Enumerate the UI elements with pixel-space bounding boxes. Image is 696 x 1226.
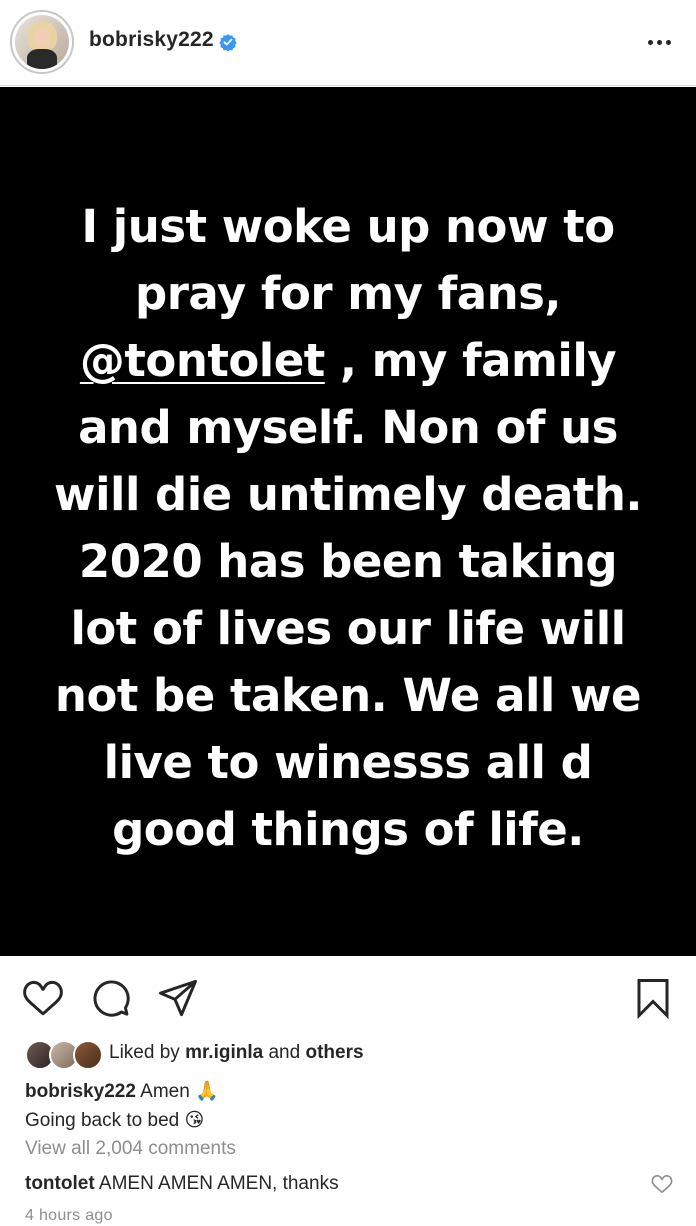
verified-badge-icon — [219, 34, 237, 51]
liker-username[interactable]: mr.iginla — [185, 1042, 263, 1063]
story-line: pray for my fans, — [135, 267, 562, 320]
folded-hands-emoji: 🙏 — [195, 1080, 219, 1102]
comment-text: AMEN AMEN AMEN, thanks — [98, 1173, 339, 1194]
comment-row: tontolet AMEN AMEN AMEN, thanks — [25, 1173, 339, 1195]
story-line: 2020 has been taking — [78, 535, 618, 588]
paper-plane-icon[interactable] — [157, 977, 199, 1019]
story-line: not be taken. We all we — [54, 669, 642, 722]
story-line: good things of life. — [112, 803, 584, 856]
story-mention[interactable]: @tontolet — [80, 334, 325, 387]
story-line: lot of lives our life will — [70, 602, 626, 655]
view-all-comments-link[interactable]: View all 2,004 comments — [25, 1138, 236, 1160]
more-options-icon[interactable] — [642, 29, 676, 55]
story-line: will die untimely death. — [54, 468, 642, 521]
story-text: I just woke up now to pray for my fans, … — [40, 193, 656, 863]
post-caption: bobrisky222 Amen 🙏 Going back to bed 😘 — [25, 1077, 219, 1135]
bookmark-icon[interactable] — [632, 977, 674, 1019]
post-header: bobrisky222 — [0, 0, 696, 86]
story-line: and myself. Non of us — [78, 401, 618, 454]
likes-others-link[interactable]: others — [305, 1042, 363, 1063]
caption-text: Going back to bed — [25, 1110, 180, 1131]
post-username[interactable]: bobrisky222 — [89, 28, 214, 52]
caption-username[interactable]: bobrisky222 — [25, 1081, 136, 1102]
likes-summary[interactable]: Liked by mr.iginla and others — [109, 1042, 364, 1064]
comment-like-heart-icon[interactable] — [651, 1173, 673, 1195]
avatar-image — [15, 15, 69, 69]
action-bar — [0, 957, 696, 1037]
comment-icon[interactable] — [90, 977, 132, 1019]
liker-avatar — [73, 1040, 103, 1070]
story-line: @tontolet , my family — [79, 334, 617, 387]
profile-avatar[interactable] — [10, 10, 74, 74]
liked-by-avatars[interactable] — [25, 1039, 103, 1070]
caption-text: Amen — [140, 1081, 190, 1102]
story-line: live to winesss all d — [103, 736, 593, 789]
heart-icon[interactable] — [22, 977, 64, 1019]
kiss-face-emoji: 😘 — [184, 1109, 205, 1131]
comment-username[interactable]: tontolet — [25, 1173, 95, 1194]
post-timestamp: 4 hours ago — [25, 1207, 113, 1224]
story-line: I just woke up now to — [81, 200, 615, 253]
